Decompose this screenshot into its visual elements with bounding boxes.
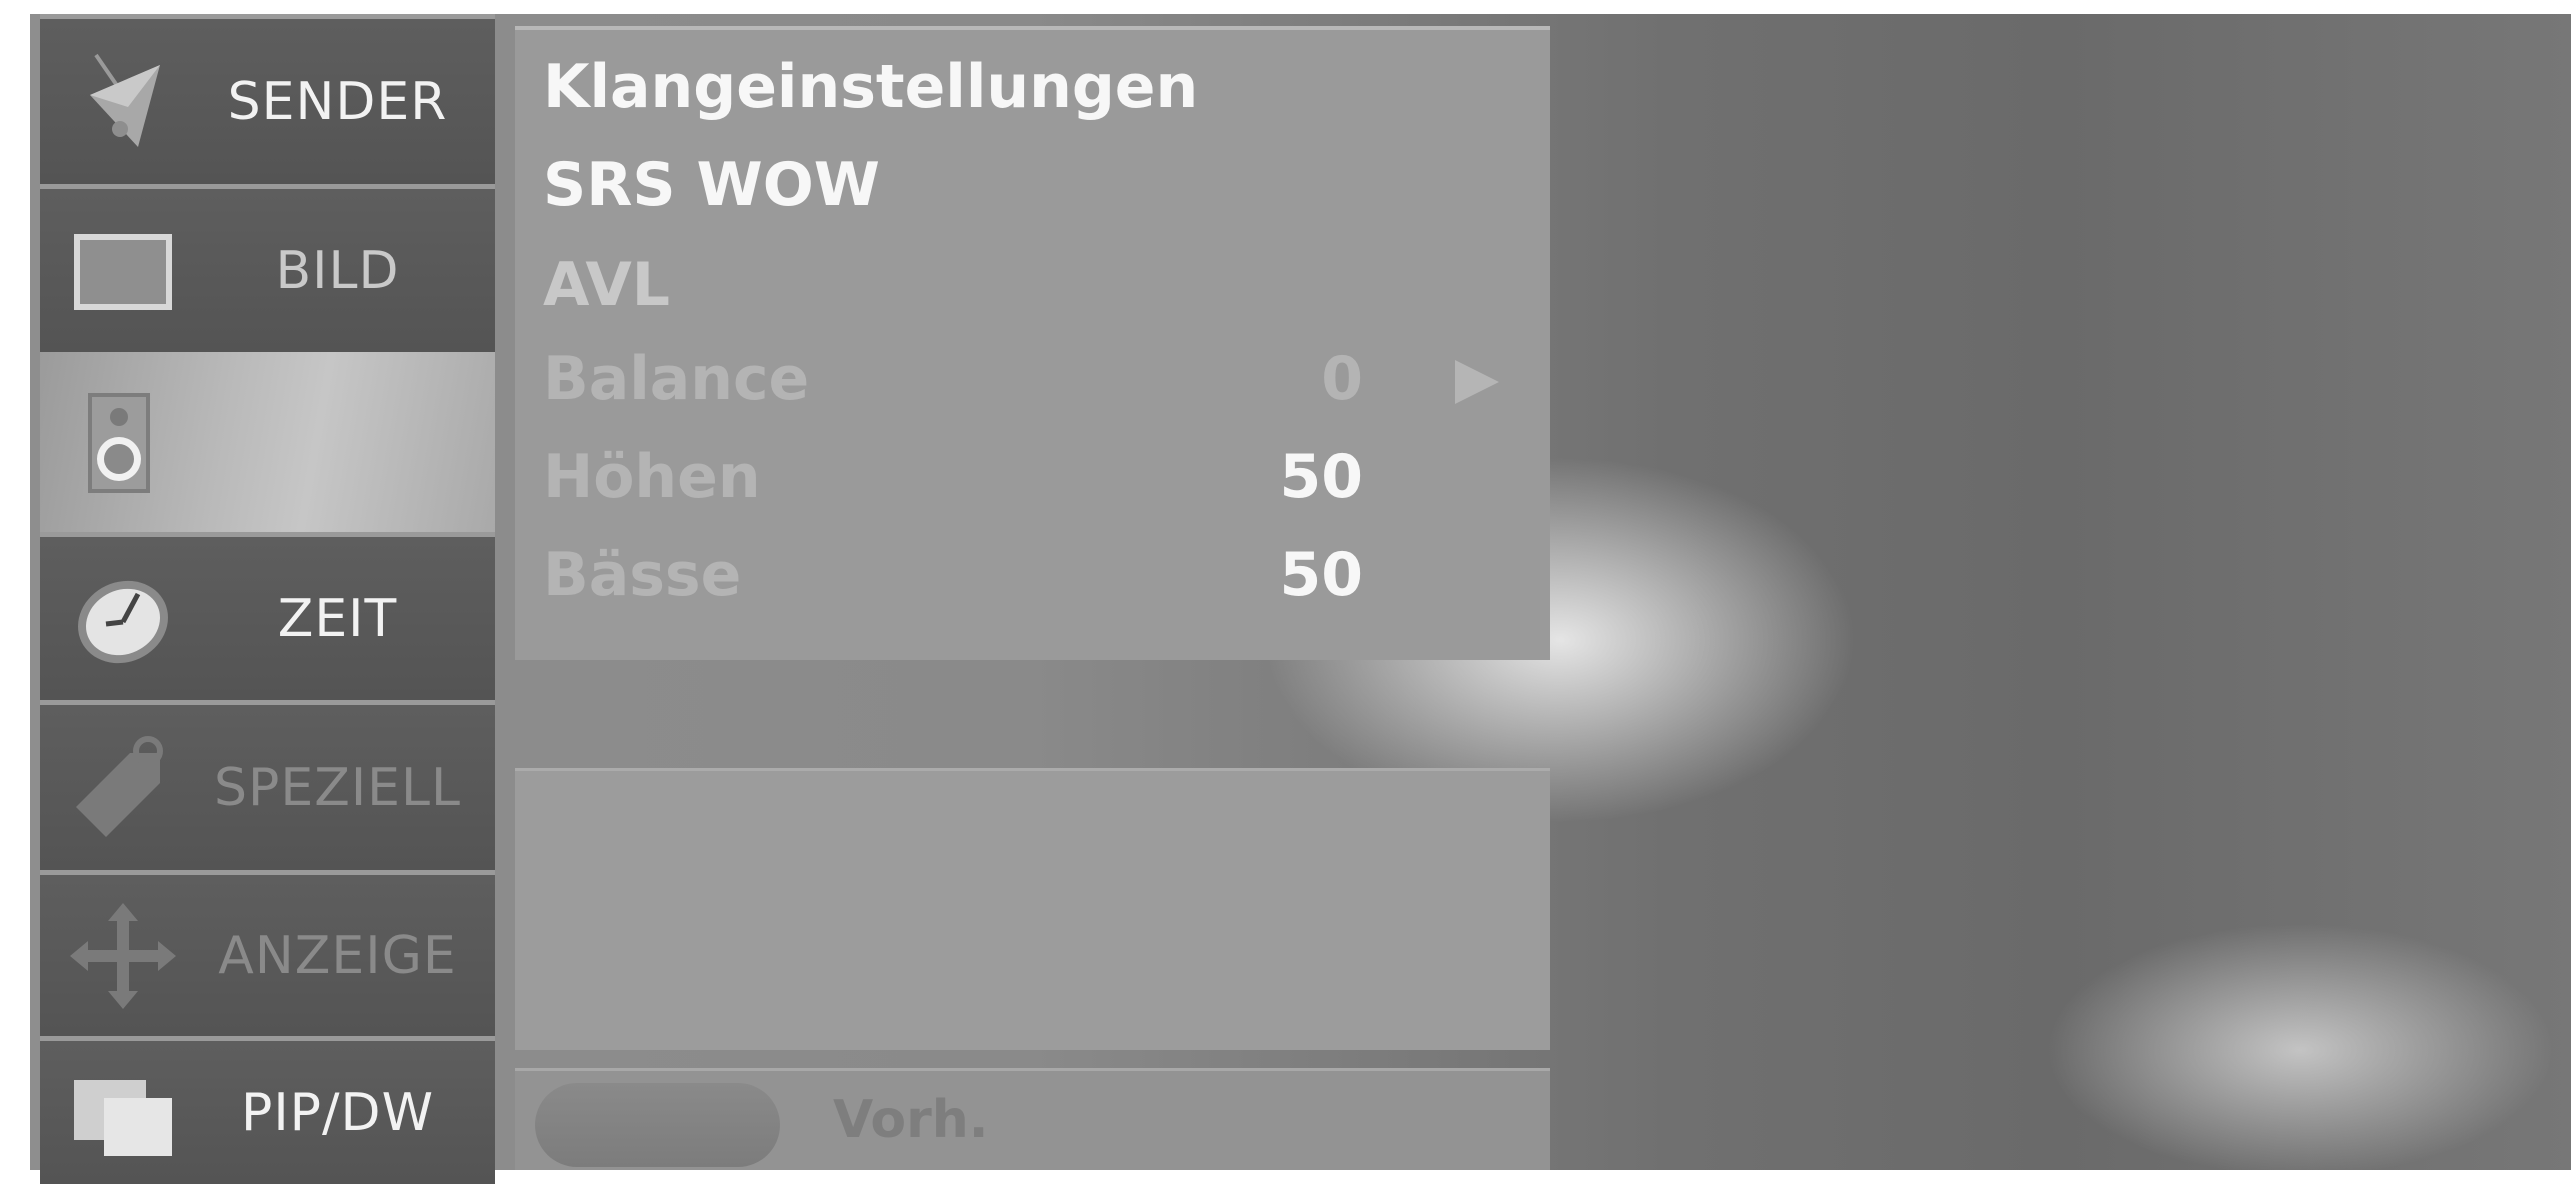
tag-icon (68, 733, 178, 843)
frame-left-edge (0, 0, 30, 1170)
sidebar-item-bild[interactable]: BILD (40, 184, 495, 352)
menu-row-label: Höhen (543, 442, 761, 512)
menu-row-hoehen[interactable]: Höhen 50 (543, 432, 1523, 522)
frame-top-edge (0, 0, 2571, 14)
screen-icon (68, 216, 178, 326)
baesse-value: 50 (1279, 540, 1364, 610)
pip-windows-icon (68, 1058, 178, 1168)
footer-bar: Vorh. (515, 1068, 1550, 1170)
menu-row-label: SRS WOW (543, 150, 880, 220)
sidebar-item-ton[interactable] (40, 352, 495, 532)
arrow-right-icon[interactable] (1455, 360, 1499, 404)
menu-row-avl[interactable]: AVL (543, 240, 1523, 330)
menu-row-balance[interactable]: Balance 0 (543, 334, 1523, 424)
sidebar-item-sender[interactable]: SENDER (40, 14, 495, 184)
sidebar-item-zeit[interactable]: ZEIT (40, 532, 495, 700)
menu-row-label: Balance (543, 344, 810, 414)
menu-row-srs-wow[interactable]: SRS WOW (543, 140, 1523, 230)
hoehen-value: 50 (1279, 442, 1364, 512)
menu-sidebar: SENDER BILD ZEIT SPEZIELL ANZEIGE PIP/DW (30, 14, 500, 1184)
sidebar-item-label: PIP/DW (240, 1082, 435, 1143)
menu-row-label: AVL (543, 250, 671, 320)
sidebar-item-anzeige[interactable]: ANZEIGE (40, 870, 495, 1036)
sidebar-item-label: SPEZIELL (214, 757, 461, 818)
balance-value: 0 (1321, 344, 1363, 414)
menu-row-baesse[interactable]: Bässe 50 (543, 530, 1523, 620)
sidebar-item-label: BILD (275, 240, 400, 301)
sidebar-item-label: ZEIT (277, 588, 398, 649)
clock-icon (68, 564, 178, 674)
red-button-icon[interactable] (535, 1083, 780, 1167)
sound-settings-panel: Klangeinstellungen SRS WOW AVL Balance 0… (515, 26, 1550, 660)
menu-row-label: Bässe (543, 540, 742, 610)
menu-row-label: Klangeinstellungen (543, 52, 1199, 122)
speaker-icon (68, 387, 178, 497)
sidebar-item-speziell[interactable]: SPEZIELL (40, 700, 495, 870)
satellite-dish-icon (68, 47, 178, 157)
sidebar-item-label: ANZEIGE (218, 925, 457, 986)
footer-prev-label: Vorh. (833, 1090, 989, 1150)
sidebar-item-pip-dw[interactable]: PIP/DW (40, 1036, 495, 1184)
sidebar-item-label: SENDER (227, 71, 448, 132)
menu-row-klangeinstellungen[interactable]: Klangeinstellungen (543, 42, 1523, 132)
info-panel (515, 768, 1550, 1050)
tv-osd-screen: SENDER BILD ZEIT SPEZIELL ANZEIGE PIP/DW… (0, 0, 2571, 1184)
move-arrows-icon (68, 901, 178, 1011)
